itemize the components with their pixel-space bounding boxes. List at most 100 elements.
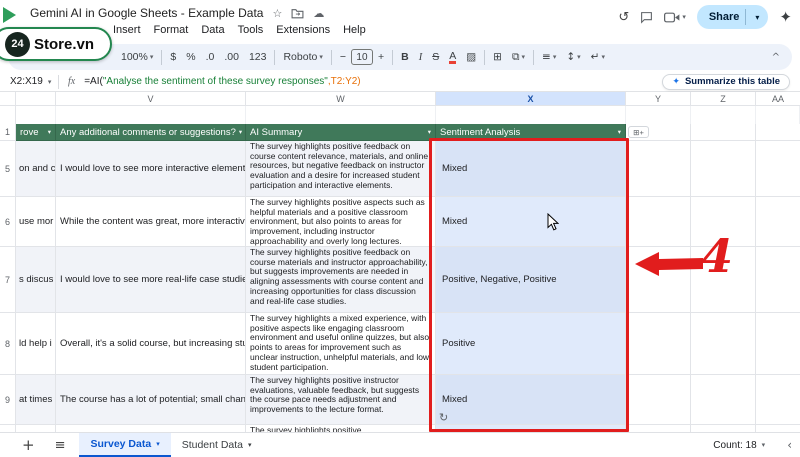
- row-header[interactable]: [0, 425, 16, 432]
- text-color-button[interactable]: A: [449, 50, 457, 64]
- cell-comment[interactable]: I would love to see more interactive ele…: [56, 141, 246, 197]
- summarize-table-button[interactable]: ✦ Summarize this table: [662, 73, 790, 90]
- cell-blank[interactable]: [756, 141, 800, 197]
- cell-ai-summary[interactable]: The survey highlights positive feedback …: [246, 247, 436, 313]
- borders-icon[interactable]: ⊞: [488, 51, 507, 63]
- menu-insert[interactable]: Insert: [113, 24, 141, 36]
- font-selector[interactable]: Roboto ▾: [278, 51, 327, 63]
- cell-blank[interactable]: [756, 106, 800, 124]
- cell-blank[interactable]: [691, 141, 756, 197]
- cell-comment[interactable]: Overall, it's a solid course, but increa…: [56, 313, 246, 375]
- column-header-v[interactable]: V: [56, 92, 246, 105]
- row-header-1[interactable]: 1: [0, 124, 16, 141]
- font-size-input[interactable]: 10: [350, 49, 373, 65]
- version-history-icon[interactable]: ↺: [618, 10, 629, 25]
- ai-loading-refresh-icon[interactable]: ↻: [439, 411, 448, 424]
- format-currency-button[interactable]: $: [165, 51, 181, 63]
- select-all-corner[interactable]: [0, 92, 16, 105]
- horizontal-align-control[interactable]: ≡ ▾: [537, 51, 561, 63]
- cell-sentiment[interactable]: Mixed: [436, 375, 626, 425]
- selection-count-summary[interactable]: Count: 18 ▾: [713, 440, 765, 451]
- document-title[interactable]: Gemini AI in Google Sheets - Example Dat…: [30, 6, 263, 20]
- zoom-control[interactable]: 100% ▾: [116, 51, 158, 63]
- row-header[interactable]: 7: [0, 247, 16, 313]
- cell-truncated[interactable]: use mor: [16, 197, 56, 247]
- filter-dropdown-icon[interactable]: ▾: [45, 128, 51, 136]
- column-header-x-selected[interactable]: X: [436, 92, 626, 105]
- share-dropdown-icon[interactable]: ▾: [752, 13, 762, 22]
- increase-font-size-button[interactable]: +: [373, 51, 389, 63]
- cell-comment[interactable]: [56, 425, 246, 432]
- name-box[interactable]: X2:X19 ▾: [0, 76, 58, 87]
- decrease-decimal-button[interactable]: .0: [201, 51, 220, 63]
- cell-sentiment[interactable]: Mixed: [436, 197, 626, 247]
- share-button[interactable]: Share ▾: [696, 5, 769, 29]
- column-header-u-partial[interactable]: [16, 92, 56, 105]
- collapse-toolbar-icon[interactable]: ^: [772, 52, 780, 63]
- cell-truncated[interactable]: on and c: [16, 141, 56, 197]
- cell-ai-summary[interactable]: The survey highlights positive: [246, 425, 436, 432]
- column-header-y[interactable]: Y: [626, 92, 691, 105]
- cell-ai-summary[interactable]: The survey highlights positive feedback …: [246, 141, 436, 197]
- text-wrap-control[interactable]: ↵ ▾: [586, 51, 610, 63]
- table-header-ai-summary[interactable]: AI Summary ▾: [246, 124, 436, 141]
- cell-blank[interactable]: [756, 375, 800, 425]
- filter-dropdown-icon[interactable]: ▾: [615, 128, 621, 136]
- table-header-comments[interactable]: Any additional comments or suggestions? ▾: [56, 124, 246, 141]
- column-header-w[interactable]: W: [246, 92, 436, 105]
- cell-comment[interactable]: While the content was great, more intera…: [56, 197, 246, 247]
- cell-blank[interactable]: [756, 313, 800, 375]
- menu-extensions[interactable]: Extensions: [276, 24, 330, 36]
- cell-blank[interactable]: [756, 197, 800, 247]
- tab-student-data[interactable]: Student Data ▾: [171, 433, 263, 457]
- table-header-sentiment[interactable]: Sentiment Analysis ▾: [436, 124, 626, 141]
- menu-format[interactable]: Format: [154, 24, 189, 36]
- cell-truncated[interactable]: [16, 425, 56, 432]
- tab-dropdown-icon[interactable]: ▾: [248, 441, 252, 449]
- move-folder-icon[interactable]: [291, 8, 304, 19]
- gemini-icon[interactable]: ✦: [779, 8, 792, 26]
- tab-dropdown-icon[interactable]: ▾: [156, 440, 160, 448]
- cell-sentiment[interactable]: Positive: [436, 313, 626, 375]
- cell-blank[interactable]: [691, 313, 756, 375]
- italic-button[interactable]: I: [414, 52, 428, 63]
- cell-comment[interactable]: I would love to see more real-life case …: [56, 247, 246, 313]
- collapse-side-panel-icon[interactable]: ‹: [787, 438, 792, 452]
- cell-truncated[interactable]: ld help i: [16, 313, 56, 375]
- more-formats-button[interactable]: 123: [244, 51, 272, 63]
- menu-data[interactable]: Data: [201, 24, 224, 36]
- cell-truncated[interactable]: at times: [16, 375, 56, 425]
- cell-blank[interactable]: ⊞+: [626, 124, 691, 141]
- cell-blank[interactable]: [626, 141, 691, 197]
- fill-color-icon[interactable]: ▨: [461, 51, 481, 63]
- row-header[interactable]: 9: [0, 375, 16, 425]
- add-table-column-button[interactable]: ⊞+: [628, 126, 649, 138]
- meet-presentation-control[interactable]: ▾: [664, 12, 686, 23]
- menu-help[interactable]: Help: [343, 24, 366, 36]
- cell-sentiment[interactable]: Positive, Negative, Positive: [436, 247, 626, 313]
- bold-button[interactable]: B: [396, 51, 414, 63]
- vertical-align-control[interactable]: ↕ ▾: [561, 51, 585, 63]
- cell-ai-summary[interactable]: The survey highlights positive aspects s…: [246, 197, 436, 247]
- cell-blank[interactable]: [56, 106, 246, 124]
- cell-blank[interactable]: [246, 106, 436, 124]
- add-sheet-button[interactable]: +: [22, 436, 35, 454]
- increase-decimal-button[interactable]: .00: [219, 51, 244, 63]
- cell-sentiment[interactable]: [436, 425, 626, 432]
- strikethrough-button[interactable]: S: [427, 51, 444, 63]
- cell-blank[interactable]: [436, 106, 626, 124]
- column-header-aa[interactable]: AA: [756, 92, 800, 105]
- row-header[interactable]: 6: [0, 197, 16, 247]
- formula-input[interactable]: =AI("Analyse the sentiment of these surv…: [84, 76, 360, 87]
- star-icon[interactable]: ☆: [272, 7, 282, 20]
- cell-ai-summary[interactable]: The survey highlights positive instructo…: [246, 375, 436, 425]
- filter-dropdown-icon[interactable]: ▾: [236, 128, 242, 136]
- column-header-z[interactable]: Z: [691, 92, 756, 105]
- cell-blank[interactable]: [756, 124, 800, 141]
- cell-blank[interactable]: [626, 106, 691, 124]
- cell-ai-summary[interactable]: The survey highlights a mixed experience…: [246, 313, 436, 375]
- table-header-truncated[interactable]: rove ▾: [16, 124, 56, 141]
- cell-blank[interactable]: [626, 375, 691, 425]
- filter-dropdown-icon[interactable]: ▾: [425, 128, 431, 136]
- cell-comment[interactable]: The course has a lot of potential; small…: [56, 375, 246, 425]
